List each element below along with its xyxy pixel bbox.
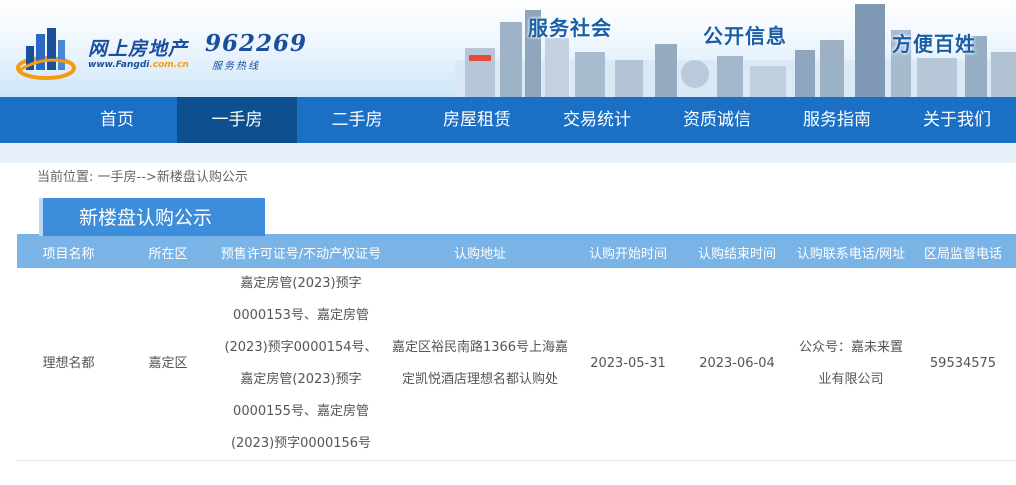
cell-end-date: 2023-06-04 [682,268,792,461]
breadcrumb-link-new-house[interactable]: 一手房 [98,170,137,185]
main-content: 当前位置: 一手房-->新楼盘认购公示 新楼盘认购公示 项目名称 所在区 预售许… [17,163,1016,485]
nav-item-statistics[interactable]: 交易统计 [537,97,657,143]
col-header-address: 认购地址 [386,236,574,268]
subscription-table: 项目名称 所在区 预售许可证号/不动产权证号 认购地址 认购开始时间 认购结束时… [17,236,1016,461]
cell-project[interactable]: 理想名都 [17,268,120,461]
nav-underband [0,143,1016,163]
col-header-project: 项目名称 [17,236,120,268]
nav-item-second-hand[interactable]: 二手房 [297,97,417,143]
col-header-start: 认购开始时间 [574,236,682,268]
cell-address: 嘉定区裕民南路1366号上海嘉定凯悦酒店理想名都认购处 [386,268,574,461]
table-row: 理想名都 嘉定区 嘉定房管(2023)预字0000153号、嘉定房管(2023)… [17,268,1016,461]
col-header-district: 所在区 [120,236,216,268]
logo-url-suffix: .com.cn [149,60,189,70]
table-header-row: 项目名称 所在区 预售许可证号/不动产权证号 认购地址 认购开始时间 认购结束时… [17,236,1016,268]
hotline-number: 962269 [205,30,308,57]
hotline-label: 服务热线 [212,61,260,72]
nav-item-about[interactable]: 关于我们 [897,97,1016,143]
col-header-end: 认购结束时间 [682,236,792,268]
section-header: 新楼盘认购公示 [17,198,1016,236]
cell-contact: 公众号：嘉未来置业有限公司 [792,268,910,461]
nav-item-rental[interactable]: 房屋租赁 [417,97,537,143]
logo-url: www.Fangdi.com.cn [88,60,189,70]
cell-start-date: 2023-05-31 [574,268,682,461]
logo-url-prefix: www.Fangdi [88,60,150,70]
section-title: 新楼盘认购公示 [39,198,265,236]
cell-district: 嘉定区 [120,268,216,461]
logo-icon [16,28,76,80]
main-nav: 首页 一手房 二手房 房屋租赁 交易统计 资质诚信 服务指南 关于我们 [0,97,1016,143]
nav-item-new-house[interactable]: 一手房 [177,97,297,143]
cell-permit: 嘉定房管(2023)预字0000153号、嘉定房管(2023)预字0000154… [216,268,386,461]
breadcrumb-current: 新楼盘认购公示 [156,170,248,185]
cell-phone: 59534575 [910,268,1016,461]
header-banner: 网上房地产 www.Fangdi.com.cn 962269 服务热线 服务社会… [0,0,1016,97]
slogan-1: 服务社会 [528,16,612,40]
breadcrumb-separator: --> [136,170,157,185]
logo-text: 网上房地产 [88,38,189,60]
col-header-permit: 预售许可证号/不动产权证号 [216,236,386,268]
nav-item-credit[interactable]: 资质诚信 [657,97,777,143]
slogan-3: 方便百姓 [892,32,976,56]
nav-item-guide[interactable]: 服务指南 [777,97,897,143]
breadcrumb: 当前位置: 一手房-->新楼盘认购公示 [37,166,248,185]
col-header-contact: 认购联系电话/网址 [792,236,910,268]
col-header-phone: 区局监督电话 [910,236,1016,268]
nav-item-home[interactable]: 首页 [57,97,177,143]
breadcrumb-prefix: 当前位置: [37,170,98,185]
slogan-2: 公开信息 [703,24,787,48]
